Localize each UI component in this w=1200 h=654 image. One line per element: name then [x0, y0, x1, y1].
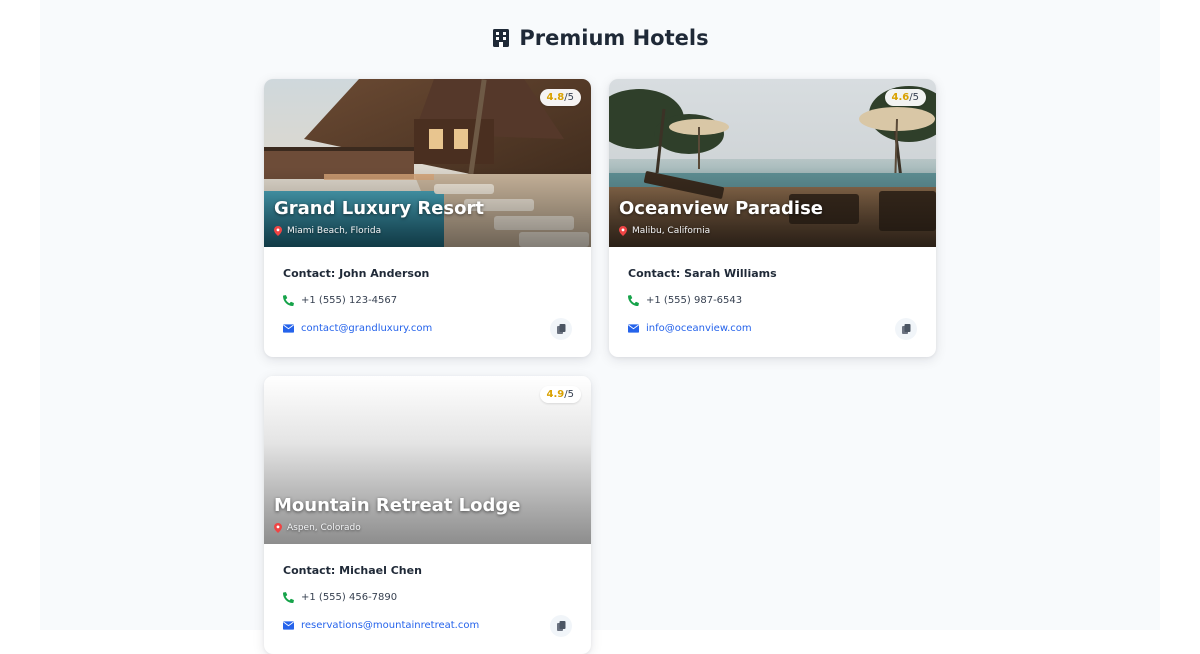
page-background: Premium Hotels 4.8/5 Grand Luxury Resort… [40, 0, 1160, 654]
hotel-card[interactable]: 4.9/5 Mountain Retreat Lodge Aspen, Colo… [264, 376, 591, 654]
hotel-image: 4.8/5 Grand Luxury Resort Miami Beach, F… [264, 79, 591, 247]
email-row: info@oceanview.com [628, 321, 917, 336]
hotel-location-text: Malibu, California [632, 226, 711, 236]
phone-number[interactable]: +1 (555) 987-6543 [646, 295, 742, 306]
email-link[interactable]: contact@grandluxury.com [301, 323, 432, 334]
hotel-location-text: Aspen, Colorado [287, 523, 361, 533]
hotel-location-text: Miami Beach, Florida [287, 226, 382, 236]
rating-badge: 4.9/5 [539, 386, 581, 403]
phone-icon [628, 295, 639, 306]
rating-badge: 4.8/5 [539, 89, 581, 106]
envelope-icon [283, 621, 294, 630]
hotel-details: Contact: John Anderson +1 (555) 123-4567… [264, 247, 591, 340]
phone-row: +1 (555) 456-7890 [283, 590, 572, 605]
rating-score: 4.8 [546, 92, 565, 103]
hotel-location: Miami Beach, Florida [274, 226, 381, 236]
rating-max: /5 [564, 389, 574, 400]
email-row: reservations@mountainretreat.com [283, 618, 572, 633]
hotel-location: Malibu, California [619, 226, 710, 236]
contact-name: Contact: Michael Chen [283, 564, 422, 577]
hotel-name: Oceanview Paradise [619, 198, 824, 219]
rating-badge: 4.6/5 [884, 89, 926, 106]
hotel-name: Grand Luxury Resort [274, 198, 484, 219]
copy-icon [901, 324, 910, 334]
phone-icon [283, 295, 294, 306]
hotel-name: Mountain Retreat Lodge [274, 495, 521, 516]
map-pin-icon [274, 226, 282, 236]
hotel-card[interactable]: 4.8/5 Grand Luxury Resort Miami Beach, F… [264, 79, 591, 357]
hotel-image: 4.9/5 Mountain Retreat Lodge Aspen, Colo… [264, 376, 591, 544]
envelope-icon [628, 324, 639, 333]
phone-row: +1 (555) 123-4567 [283, 293, 572, 308]
hotel-details: Contact: Michael Chen +1 (555) 456-7890 … [264, 544, 591, 637]
copy-button[interactable] [550, 318, 572, 340]
contact-name: Contact: Sarah Williams [628, 267, 777, 280]
map-pin-icon [619, 226, 627, 236]
hotel-image: 4.6/5 Oceanview Paradise Malibu, Califor… [609, 79, 936, 247]
email-link[interactable]: reservations@mountainretreat.com [301, 620, 479, 631]
email-link[interactable]: info@oceanview.com [646, 323, 752, 334]
map-pin-icon [274, 523, 282, 533]
email-row: contact@grandluxury.com [283, 321, 572, 336]
copy-icon [556, 324, 565, 334]
page-title-text: Premium Hotels [519, 26, 709, 50]
phone-number[interactable]: +1 (555) 123-4567 [301, 295, 397, 306]
phone-row: +1 (555) 987-6543 [628, 293, 917, 308]
page-title: Premium Hotels [40, 26, 1160, 50]
rating-max: /5 [909, 92, 919, 103]
hotel-card[interactable]: 4.6/5 Oceanview Paradise Malibu, Califor… [609, 79, 936, 357]
rating-score: 4.6 [891, 92, 910, 103]
copy-button[interactable] [550, 615, 572, 637]
hotel-location: Aspen, Colorado [274, 523, 361, 533]
envelope-icon [283, 324, 294, 333]
hotel-details: Contact: Sarah Williams +1 (555) 987-654… [609, 247, 936, 340]
contact-name: Contact: John Anderson [283, 267, 430, 280]
copy-button[interactable] [895, 318, 917, 340]
phone-icon [283, 592, 294, 603]
phone-number[interactable]: +1 (555) 456-7890 [301, 592, 397, 603]
building-icon [493, 29, 510, 47]
image-not-loaded [264, 376, 591, 544]
rating-score: 4.9 [546, 389, 565, 400]
rating-max: /5 [564, 92, 574, 103]
